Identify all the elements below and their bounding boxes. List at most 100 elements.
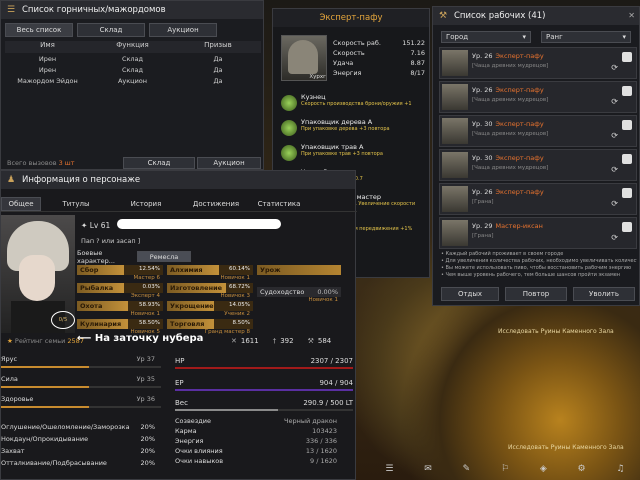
beer-icon[interactable] <box>622 154 632 164</box>
skill-name: Торговля <box>170 320 205 328</box>
tab-all[interactable]: Весь список <box>5 23 73 37</box>
ep-label: EP <box>175 379 184 387</box>
mail-icon[interactable]: ✉ <box>424 464 432 474</box>
skill-text: Упаковщик дерева А При упаковке дерева +3… <box>301 118 390 132</box>
lifeskill-item[interactable]: Рыбалка 0.03% Эксперт 4 <box>77 283 163 301</box>
table-cell-name: Мажордом Эйдон <box>17 77 78 85</box>
lifeskill-item[interactable]: Сбор 12.54% Мастер 6 <box>77 265 163 283</box>
skill-rank: Новичок 1 <box>130 311 160 317</box>
table-row[interactable]: Ирен Склад Да <box>5 66 261 77</box>
lifeskill-item[interactable]: Алхимия 60.14% Новичок 1 <box>167 265 253 283</box>
lifeskills-extra: Урож Судоходство 0.00% Новичок 1 <box>257 265 341 303</box>
worker-level: Ур. 26 <box>472 188 493 196</box>
note-line: • Каждый рабочий проживает в своем город… <box>441 251 564 257</box>
bag-icon[interactable]: ◈ <box>540 464 547 474</box>
tab-achievements[interactable]: Достижения <box>181 197 251 211</box>
worker-location: [Чаща древних мудрецов] <box>472 131 549 137</box>
close-icon[interactable]: ✕ <box>628 11 635 20</box>
tab-combat-stats[interactable]: Боевые характер... <box>77 249 137 265</box>
skill-name: Судоходство <box>260 288 305 296</box>
beer-icon[interactable] <box>622 120 632 130</box>
lifeskill-item[interactable]: Изготовление 68.72% Новичок 3 <box>167 283 253 301</box>
character-info-header[interactable]: ♟ Информация о персонаже <box>1 171 355 189</box>
tab-history[interactable]: История <box>111 197 181 211</box>
annotation-label: На заточку нубера <box>94 333 204 344</box>
guild-name: Пап ? или засап ] <box>81 237 141 245</box>
rank-filter-select[interactable]: Ранг ▾ <box>541 31 631 43</box>
tab-crafts[interactable]: Ремесла <box>137 251 191 262</box>
worker-name: Эксперт-пафу <box>495 86 544 94</box>
stat-value: Ур 36 <box>136 395 155 403</box>
table-cell-name: Ирен <box>38 55 57 63</box>
stat-value: Ур 37 <box>136 355 155 363</box>
worker-location: [Грана] <box>472 199 494 205</box>
beer-icon[interactable] <box>622 52 632 62</box>
ep-row: EP 904 / 904 <box>175 379 353 387</box>
worker-list-item[interactable]: Ур. 26 Эксперт-пафу [Чаща древних мудрецов… <box>439 47 637 79</box>
stat-label: Скорость раб. <box>333 39 381 47</box>
bell-icon[interactable]: ♫ <box>616 464 624 474</box>
repeat-icon[interactable]: ⟳ <box>611 97 618 106</box>
table-row[interactable]: Ирен Склад Да <box>5 55 261 66</box>
workers-list-header[interactable]: ⚒ Список рабочих (41) ✕ <box>433 7 639 25</box>
beer-icon[interactable] <box>622 188 632 198</box>
stat-value: 7.16 <box>410 49 425 57</box>
chat-icon[interactable]: ✎ <box>463 464 471 474</box>
tab-statistics[interactable]: Статистика <box>251 197 307 211</box>
worker-skill-item[interactable]: Упаковщик трав А При упаковке трав +3 пов… <box>277 143 427 168</box>
skill-percent: 58.50% <box>139 320 160 326</box>
vital-stats: HP 2307 / 2307 EP 904 / 904 Вес 290.9 / 500… <box>175 357 353 417</box>
skill-rank: Эксперт 4 <box>130 293 160 299</box>
worker-list-item[interactable]: Ур. 29 Мастер-иксан [Грана] ⟳ <box>439 217 637 249</box>
character-base-stats: Ярус Ур 37 Сила Ур 35 Здоровье Ур 36 <box>1 355 161 415</box>
stat-label: Ярус <box>1 355 18 363</box>
worker-list-item[interactable]: Ур. 26 Эксперт-пафу [Грана] ⟳ <box>439 183 637 215</box>
worker-skill-item[interactable]: Кузнец Скорость производства брони/оружия… <box>277 93 427 118</box>
map-icon[interactable]: ⚐ <box>501 464 509 474</box>
worker-list-item[interactable]: Ур. 26 Эксперт-пафу [Чаща древних мудрецов… <box>439 81 637 113</box>
table-cell-func: Аукцион <box>117 77 148 85</box>
worker-detail-header[interactable]: Эксперт-пафу <box>273 9 429 27</box>
tab-storage[interactable]: Склад <box>77 23 145 37</box>
ep-value: 904 / 904 <box>319 379 353 387</box>
lifeskill-farming[interactable]: Урож <box>257 265 341 275</box>
worker-list-item[interactable]: Ур. 30 Эксперт-пафу [Чаща древних мудрецов… <box>439 115 637 147</box>
beer-icon[interactable] <box>622 86 632 96</box>
menu-icon[interactable]: ☰ <box>385 464 393 474</box>
repeat-icon[interactable]: ⟳ <box>611 233 618 242</box>
gear-icon[interactable]: ⚙ <box>578 464 586 474</box>
tab-titles[interactable]: Титулы <box>41 197 111 211</box>
tab-general[interactable]: Общее <box>1 197 41 211</box>
fire-button[interactable]: Уволить <box>573 287 635 301</box>
repeat-button[interactable]: Повтор <box>505 287 567 301</box>
lifeskill-item[interactable]: Укрощение 14.05% Ученик 2 <box>167 301 253 319</box>
counter: ⚒ 584 <box>308 337 332 345</box>
repeat-icon[interactable]: ⟳ <box>611 165 618 174</box>
repeat-icon[interactable]: ⟳ <box>611 131 618 140</box>
table-row[interactable]: Мажордом Эйдон Аукцион Да <box>5 77 261 88</box>
tab-auction[interactable]: Аукцион <box>149 23 217 37</box>
storage-button[interactable]: Склад <box>123 157 195 169</box>
worker-skill-item[interactable]: Упаковщик дерева А При упаковке дерева +3… <box>277 118 427 143</box>
worker-list-item[interactable]: Ур. 30 Эксперт-пафу [Чаща древних мудрецов… <box>439 149 637 181</box>
lifeskill-sailing[interactable]: Судоходство 0.00% <box>257 287 341 297</box>
worker-stat-row: Скорость раб. 151.22 <box>333 39 425 49</box>
select-value: Ранг <box>546 33 563 41</box>
repeat-icon[interactable]: ⟳ <box>611 199 618 208</box>
stat-value: 336 / 336 <box>305 437 337 445</box>
counter-value: 584 <box>317 337 332 345</box>
note-line: • Чем выше уровень рабочего, тем больше … <box>441 272 621 278</box>
lifeskill-item[interactable]: Охота 58.93% Новичок 1 <box>77 301 163 319</box>
city-filter-select[interactable]: Город ▾ <box>441 31 531 43</box>
worker-name: Мастер-иксан <box>495 222 543 230</box>
tab-label: Весь список <box>16 26 62 34</box>
resistances: Оглушение/Ошеломление/Заморозка 20% Нокдау… <box>1 423 161 471</box>
counter: ✕ 1611 <box>231 337 259 345</box>
repeat-icon[interactable]: ⟳ <box>611 63 618 72</box>
auction-button[interactable]: Аукцион <box>197 157 261 169</box>
stat-value: Черный дракон <box>283 417 337 425</box>
butler-window-header[interactable]: ☰ Список горничных/мажордомов <box>1 1 263 19</box>
beer-icon[interactable] <box>622 222 632 232</box>
lifeskill-labels: Изготовление 68.72% <box>170 284 250 292</box>
rest-button[interactable]: Отдых <box>441 287 499 301</box>
